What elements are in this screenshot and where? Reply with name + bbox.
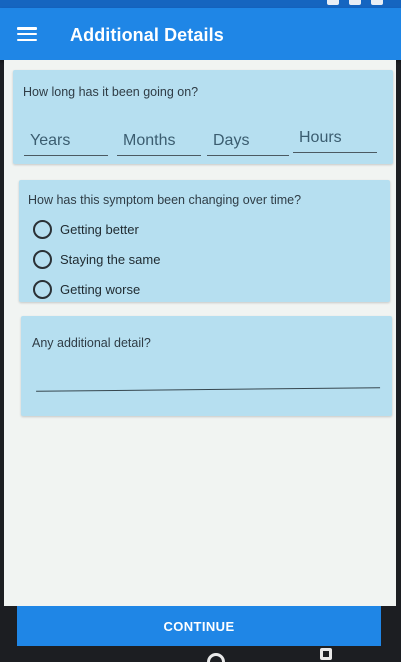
- recents-icon[interactable]: [320, 648, 332, 660]
- signal-icon: [349, 0, 361, 5]
- continue-button[interactable]: CONTINUE: [17, 606, 381, 646]
- radio-button[interactable]: [33, 279, 52, 299]
- wifi-icon: [327, 0, 339, 5]
- hamburger-menu-icon[interactable]: [16, 25, 38, 43]
- system-nav-bar: [0, 646, 401, 662]
- hours-placeholder: Hours: [299, 129, 342, 146]
- additional-detail-question: Any additional detail?: [32, 336, 151, 350]
- radio-button[interactable]: [33, 219, 52, 239]
- years-placeholder: Years: [30, 132, 71, 149]
- option-label: Getting better: [60, 221, 139, 237]
- months-placeholder: Months: [123, 132, 176, 149]
- battery-icon: [371, 0, 383, 5]
- option-getting-worse[interactable]: Getting worse: [33, 278, 233, 300]
- status-bar: [0, 0, 401, 8]
- months-input[interactable]: Months: [117, 128, 201, 156]
- years-input[interactable]: Years: [24, 128, 108, 156]
- option-label: Getting worse: [60, 281, 141, 297]
- days-placeholder: Days: [213, 132, 250, 149]
- duration-question: How long has it been going on?: [23, 85, 199, 99]
- days-input[interactable]: Days: [207, 128, 289, 156]
- content-area: How long has it been going on? Years Mon…: [4, 60, 396, 606]
- additional-detail-card: Any additional detail?: [21, 316, 392, 416]
- app-bar: Additional Details: [0, 8, 401, 60]
- hours-input[interactable]: Hours: [293, 125, 377, 153]
- page-title: Additional Details: [70, 25, 224, 45]
- symptom-change-card: How has this symptom been changing over …: [19, 180, 390, 302]
- option-label: Staying the same: [60, 251, 161, 267]
- symptom-change-question: How has this symptom been changing over …: [28, 193, 302, 207]
- duration-card: How long has it been going on? Years Mon…: [13, 70, 393, 164]
- option-staying-the-same[interactable]: Staying the same: [33, 248, 233, 270]
- additional-detail-input[interactable]: [35, 372, 381, 392]
- home-icon[interactable]: [207, 653, 225, 662]
- option-getting-better[interactable]: Getting better: [33, 218, 233, 240]
- radio-button[interactable]: [33, 249, 52, 269]
- status-icons: [263, 0, 383, 6]
